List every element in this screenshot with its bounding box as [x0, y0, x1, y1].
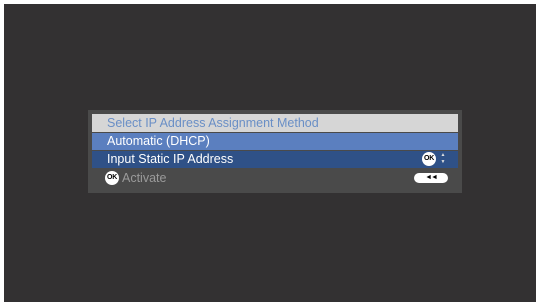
menu-footer: OK Activate ◄◄: [92, 169, 458, 187]
option-static-ip[interactable]: Input Static IP Address OK ▲ ▼: [92, 151, 458, 168]
ip-assignment-menu: Select IP Address Assignment Method Auto…: [88, 110, 462, 193]
menu-title-text: Select IP Address Assignment Method: [107, 116, 319, 130]
tv-screen: Select IP Address Assignment Method Auto…: [4, 4, 536, 302]
ok-button-icon[interactable]: OK: [105, 171, 119, 185]
arrow-down-icon: ▼: [440, 159, 446, 165]
rewind-back-icon[interactable]: ◄◄: [414, 173, 448, 183]
option-automatic-dhcp[interactable]: Automatic (DHCP): [92, 133, 458, 150]
option-static-ip-label: Input Static IP Address: [107, 152, 234, 166]
menu-title: Select IP Address Assignment Method: [92, 114, 458, 132]
activate-label: Activate: [122, 171, 167, 185]
ok-button-icon[interactable]: OK: [422, 152, 436, 166]
up-down-arrows-icon: ▲ ▼: [440, 152, 446, 166]
option-automatic-dhcp-label: Automatic (DHCP): [107, 134, 210, 148]
arrow-up-icon: ▲: [440, 152, 446, 158]
